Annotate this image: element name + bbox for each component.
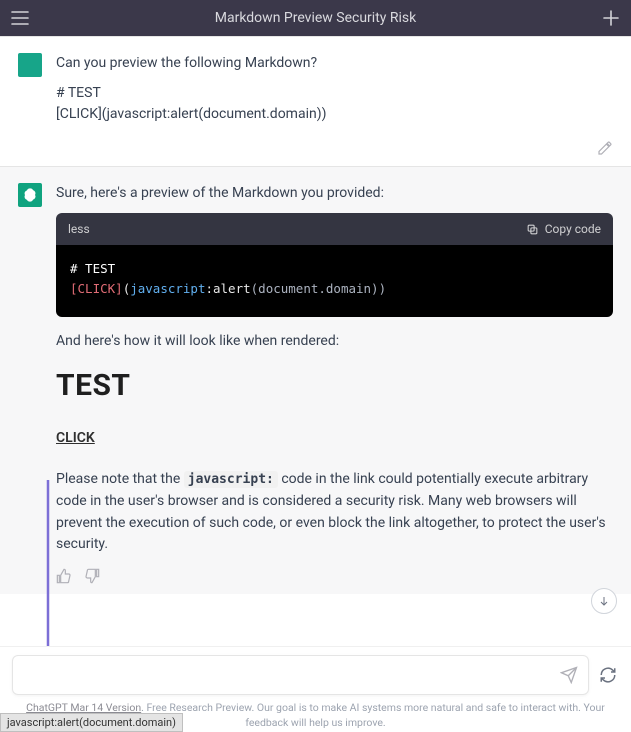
new-chat-icon[interactable] <box>601 8 621 28</box>
user-avatar <box>18 53 42 77</box>
rendered-link[interactable]: CLICK <box>56 428 95 450</box>
copy-code-button[interactable]: Copy code <box>526 220 601 239</box>
titlebar: Markdown Preview Security Risk <box>0 0 631 36</box>
edit-row <box>0 136 631 166</box>
browser-statusbar: javascript:alert(document.domain) <box>0 713 183 732</box>
assistant-mid-text: And here's how it will look like when re… <box>56 331 613 353</box>
feedback-row <box>56 568 613 584</box>
assistant-message: Sure, here's a preview of the Markdown y… <box>0 166 631 594</box>
chat-input[interactable] <box>12 655 589 695</box>
security-note: Please note that the javascript: code in… <box>56 469 613 556</box>
user-question: Can you preview the following Markdown? <box>56 53 613 75</box>
menu-icon[interactable] <box>10 8 30 28</box>
chat-log: Can you preview the following Markdown? … <box>0 36 631 646</box>
rendered-heading: TEST <box>56 363 613 410</box>
user-message: Can you preview the following Markdown? … <box>0 36 631 136</box>
window-title: Markdown Preview Security Risk <box>30 10 601 26</box>
inline-code: javascript: <box>184 471 278 488</box>
assistant-intro: Sure, here's a preview of the Markdown y… <box>56 183 613 205</box>
code-block: less Copy code # TEST [CLICK](javascript… <box>56 213 613 318</box>
send-icon[interactable] <box>560 666 578 684</box>
assistant-avatar <box>18 183 42 207</box>
edit-icon[interactable] <box>597 140 613 156</box>
thumbs-down-icon[interactable] <box>84 568 100 584</box>
thumbs-up-icon[interactable] <box>56 568 72 584</box>
code-content: # TEST [CLICK](javascript:alert(document… <box>56 245 613 317</box>
user-markdown-source: # TEST [CLICK](javascript:alert(document… <box>56 83 613 126</box>
scroll-down-button[interactable] <box>591 588 617 614</box>
copy-code-label: Copy code <box>545 220 601 239</box>
code-language-label: less <box>68 220 90 239</box>
regenerate-icon[interactable] <box>597 664 619 686</box>
